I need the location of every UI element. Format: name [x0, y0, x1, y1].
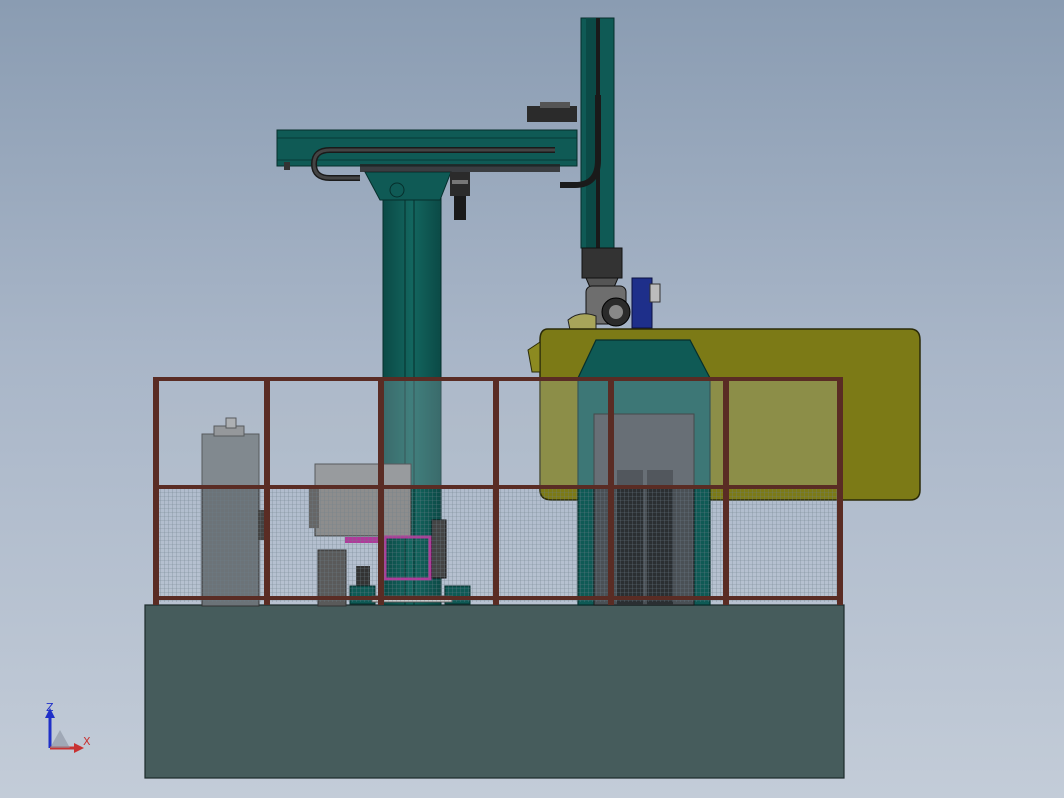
coordinate-triad: Z X — [45, 701, 91, 753]
assembly-drawing[interactable]: Z X — [0, 0, 1064, 798]
base-platform — [144, 604, 845, 779]
robot-wrist-assembly — [567, 247, 631, 331]
safety-fence — [153, 377, 843, 605]
axis-x-label: X — [83, 735, 91, 748]
arm-carriage-motor — [450, 172, 470, 220]
horizontal-arm — [276, 129, 578, 181]
cad-viewport[interactable]: Z X — [0, 0, 1064, 798]
axis-z-label: Z — [46, 701, 54, 714]
blue-sensor-unit — [631, 277, 661, 329]
